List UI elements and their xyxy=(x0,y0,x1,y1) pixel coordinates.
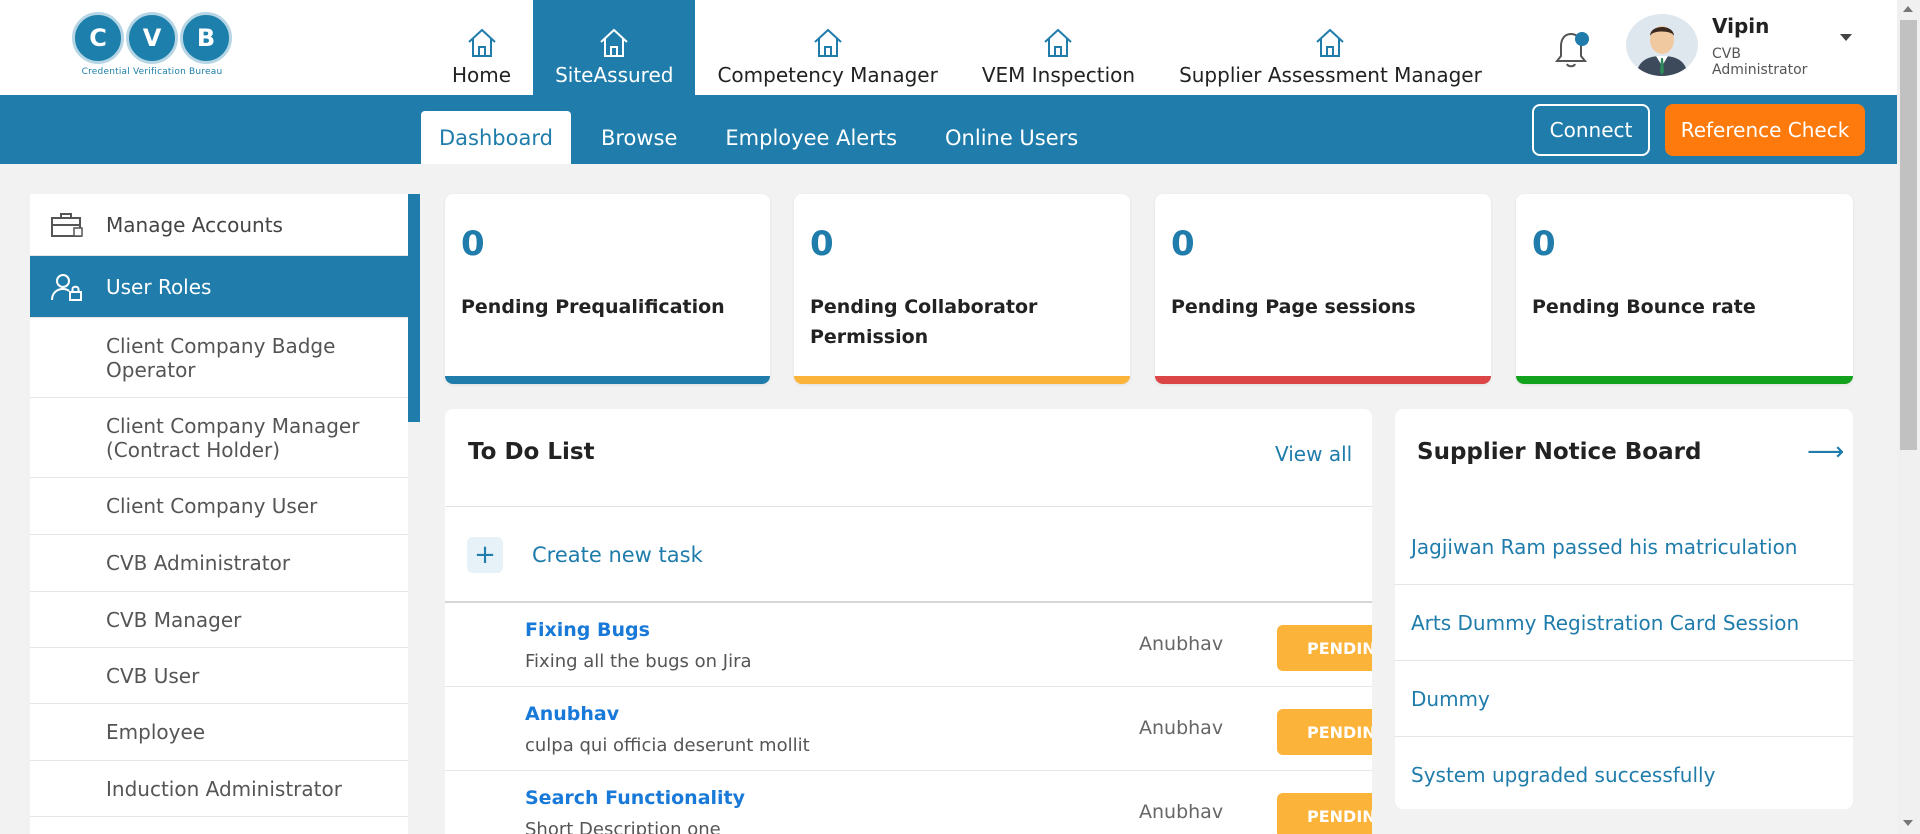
tab-dashboard[interactable]: Dashboard xyxy=(421,111,571,164)
main-nav: Home SiteAssured Competency Manager VEM … xyxy=(430,0,1504,95)
sidebar-subitem-client-company-manager[interactable]: Client Company Manager (Contract Holder) xyxy=(30,398,408,478)
chevron-down-icon[interactable] xyxy=(1840,34,1852,41)
stat-value: 0 xyxy=(461,224,485,264)
user-role: CVB Administrator xyxy=(1712,46,1808,78)
sidebar-item-label: Manage Accounts xyxy=(106,212,283,237)
stat-stripe xyxy=(1516,376,1853,384)
stat-card-pending-collaborator-permission[interactable]: 0 Pending Collaborator Permission xyxy=(794,194,1130,384)
task-title[interactable]: Anubhav xyxy=(525,703,619,725)
sidebar-subitem-client-company-badge-operator[interactable]: Client Company Badge Operator xyxy=(30,318,408,398)
nav-tab-label: Home xyxy=(452,63,512,87)
stat-stripe xyxy=(794,376,1130,384)
nav-tab-label: Supplier Assessment Manager xyxy=(1179,63,1482,87)
house-icon xyxy=(1316,28,1345,57)
sub-nav-tabs: Dashboard Browse Employee Alerts Online … xyxy=(421,111,1108,164)
task-description: Short Description one xyxy=(525,819,721,834)
task-row[interactable]: Anubhav culpa qui officia deserunt molli… xyxy=(445,687,1372,771)
notice-board-title: Supplier Notice Board xyxy=(1417,439,1702,465)
sidebar-subitem-cvb-manager[interactable]: CVB Manager xyxy=(30,592,408,648)
house-icon xyxy=(1044,28,1073,57)
notice-item[interactable]: Arts Dummy Registration Card Session xyxy=(1395,585,1853,661)
sidebar-scrollbar[interactable] xyxy=(408,194,420,422)
scroll-up-arrow-icon[interactable] xyxy=(1903,6,1913,12)
task-description: culpa qui officia deserunt mollit xyxy=(525,735,810,756)
nav-tab-siteassured[interactable]: SiteAssured xyxy=(533,0,696,95)
sub-nav-bar: Dashboard Browse Employee Alerts Online … xyxy=(0,95,1897,164)
stat-card-pending-bounce-rate[interactable]: 0 Pending Bounce rate xyxy=(1516,194,1853,384)
sidebar-item-label: User Roles xyxy=(106,274,212,299)
status-badge[interactable]: PENDIN xyxy=(1277,625,1372,671)
arrow-right-icon[interactable]: ⟶ xyxy=(1807,437,1844,467)
stat-stripe xyxy=(1155,376,1491,384)
view-all-link[interactable]: View all xyxy=(1275,442,1352,466)
house-icon xyxy=(813,28,842,57)
tab-employee-alerts[interactable]: Employee Alerts xyxy=(707,111,915,164)
task-owner: Anubhav xyxy=(1139,633,1224,655)
tab-browse[interactable]: Browse xyxy=(583,111,695,164)
sidebar-item-user-roles[interactable]: User Roles xyxy=(30,256,408,318)
nav-tab-label: VEM Inspection xyxy=(981,63,1136,87)
scroll-down-arrow-icon[interactable] xyxy=(1903,820,1913,826)
page-scrollbar[interactable] xyxy=(1897,0,1920,834)
cvb-logo[interactable]: C V B Credential Verification Bureau xyxy=(72,12,232,82)
stat-card-pending-page-sessions[interactable]: 0 Pending Page sessions xyxy=(1155,194,1491,384)
stat-value: 0 xyxy=(1171,224,1195,264)
stat-card-pending-prequalification[interactable]: 0 Pending Prequalification xyxy=(445,194,770,384)
logo-tagline: Credential Verification Bureau xyxy=(81,67,223,77)
logo-letter: C xyxy=(72,12,124,64)
logo-letter: B xyxy=(180,12,232,64)
nav-tab-supplier-assessment-manager[interactable]: Supplier Assessment Manager xyxy=(1157,0,1504,95)
notice-item[interactable]: Dummy xyxy=(1395,661,1853,737)
sidebar-subitem-employee[interactable]: Employee xyxy=(30,704,408,761)
tab-online-users[interactable]: Online Users xyxy=(927,111,1096,164)
notification-dot xyxy=(1575,32,1589,46)
create-task-link[interactable]: Create new task xyxy=(532,543,703,567)
stat-label: Pending Page sessions xyxy=(1171,296,1416,318)
supplier-notice-board: Supplier Notice Board ⟶ Jagjiwan Ram pas… xyxy=(1395,409,1853,809)
todo-title: To Do List xyxy=(468,439,595,465)
sidebar-subitem-induction-administrator[interactable]: Induction Administrator xyxy=(30,761,408,817)
logo-letter: V xyxy=(126,12,178,64)
sidebar-subitem-cvb-user[interactable]: CVB User xyxy=(30,648,408,704)
status-badge[interactable]: PENDIN xyxy=(1277,709,1372,755)
user-lock-icon xyxy=(51,274,82,301)
briefcase-icon xyxy=(51,213,83,237)
reference-check-button[interactable]: Reference Check xyxy=(1665,104,1865,156)
avatar[interactable] xyxy=(1626,14,1698,76)
connect-button[interactable]: Connect xyxy=(1532,104,1650,156)
nav-tab-competency-manager[interactable]: Competency Manager xyxy=(695,0,959,95)
nav-tab-label: SiteAssured xyxy=(555,63,674,87)
house-icon xyxy=(467,28,496,57)
task-owner: Anubhav xyxy=(1139,717,1224,739)
status-badge[interactable]: PENDIN xyxy=(1277,793,1372,834)
plus-icon[interactable]: + xyxy=(467,537,503,573)
notice-item[interactable]: Jagjiwan Ram passed his matriculation xyxy=(1395,509,1853,585)
nav-tab-vem-inspection[interactable]: VEM Inspection xyxy=(960,0,1157,95)
stat-value: 0 xyxy=(1532,224,1556,264)
nav-tab-label: Competency Manager xyxy=(717,63,938,87)
todo-panel: To Do List View all + Create new task Fi… xyxy=(445,409,1372,834)
stat-value: 0 xyxy=(810,224,834,264)
task-title[interactable]: Search Functionality xyxy=(525,787,745,809)
stat-stripe xyxy=(445,376,770,384)
scrollbar-thumb[interactable] xyxy=(1900,20,1917,450)
task-title[interactable]: Fixing Bugs xyxy=(525,619,650,641)
notice-item[interactable]: System upgraded successfully xyxy=(1395,737,1853,809)
divider xyxy=(445,506,1372,507)
task-row[interactable]: Search Functionality Short Description o… xyxy=(445,771,1372,834)
sidebar-item-manage-accounts[interactable]: Manage Accounts xyxy=(30,194,408,256)
task-owner: Anubhav xyxy=(1139,801,1224,823)
task-description: Fixing all the bugs on Jira xyxy=(525,651,752,672)
sidebar-subitem-cvb-administrator[interactable]: CVB Administrator xyxy=(30,535,408,592)
top-header: C V B Credential Verification Bureau Hom… xyxy=(0,0,1897,95)
sidebar-subitem-client-company-user[interactable]: Client Company User xyxy=(30,478,408,535)
stat-label: Pending Collaborator Permission xyxy=(810,296,1038,348)
task-row[interactable]: Fixing Bugs Fixing all the bugs on Jira … xyxy=(445,603,1372,687)
stat-label: Pending Prequalification xyxy=(461,296,725,318)
house-icon xyxy=(600,28,628,57)
stat-label: Pending Bounce rate xyxy=(1532,296,1756,318)
sidebar: Manage Accounts User Roles Client Compan… xyxy=(30,194,408,834)
nav-tab-home[interactable]: Home xyxy=(430,0,533,95)
user-name[interactable]: Vipin xyxy=(1712,14,1769,38)
